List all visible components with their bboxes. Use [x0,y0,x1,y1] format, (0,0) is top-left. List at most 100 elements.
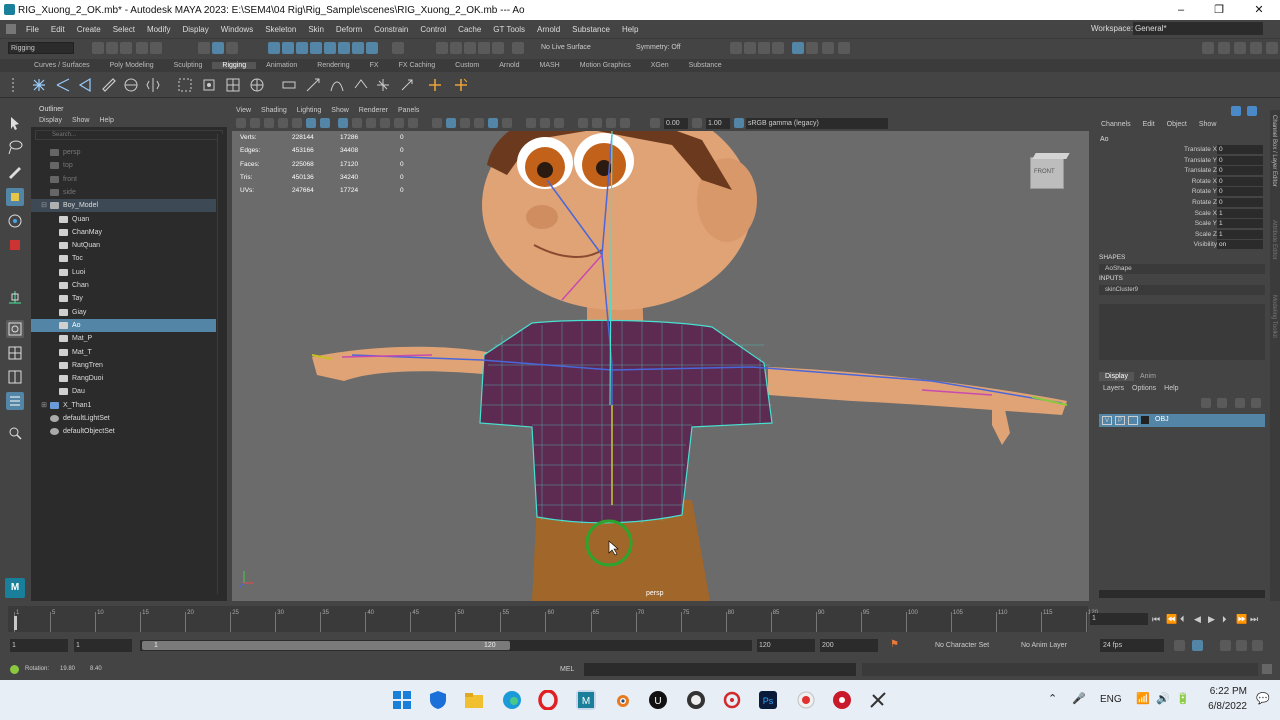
channel-row[interactable]: Translate Z0 [1095,166,1265,177]
outliner-item-mat-p[interactable]: Mat_P [31,332,216,345]
menu-windows[interactable]: Windows [221,25,253,34]
bookmark-icon[interactable] [264,118,274,128]
channel-menu-object[interactable]: Object [1167,121,1187,128]
outliner-item-luoi[interactable]: Luoi [31,266,216,279]
lock-icon[interactable] [392,42,404,54]
channel-attr-name[interactable]: Scale Z [1195,230,1217,240]
snap-curve-icon[interactable] [450,42,462,54]
mask-joints-icon[interactable] [268,42,280,54]
tab-motion-graphics[interactable]: Motion Graphics [570,62,641,69]
settings-app-icon[interactable] [722,690,742,710]
channel-attr-value[interactable]: 0 [1217,145,1263,154]
range-start-field[interactable]: 1 [10,639,68,652]
tab-poly-modeling[interactable]: Poly Modeling [100,62,164,69]
channel-attr-value[interactable]: 0 [1217,155,1263,165]
maximize-button[interactable]: ❐ [1200,0,1238,20]
outliner-item-defaultobjectset[interactable]: defaultObjectSet [31,425,216,438]
channel-menu-show[interactable]: Show [1199,121,1217,128]
sound-icon[interactable] [1220,640,1231,651]
go-start-icon[interactable]: ⏮ [1152,614,1162,624]
create-joints-icon[interactable] [30,76,48,94]
color-management-icon[interactable] [734,118,744,128]
point-constraint-icon[interactable] [426,76,444,94]
settings-icon[interactable] [1252,640,1263,651]
channel-row[interactable]: Visibility on [1095,240,1265,251]
language-indicator[interactable]: ENG [1100,694,1122,705]
layer-color-swatch[interactable] [1141,416,1149,424]
lasso-tool-icon[interactable] [6,138,24,156]
gamma-icon[interactable] [692,118,702,128]
edge-icon[interactable] [502,690,522,710]
wifi-icon[interactable]: 📶 [1136,692,1150,705]
photoshop-icon[interactable]: Ps [758,690,778,710]
outliner-menu-help[interactable]: Help [99,115,113,127]
fps-dropdown[interactable]: 24 fps [1100,639,1164,652]
go-end-icon[interactable]: ⏭ [1250,614,1260,624]
blend-shape-icon[interactable] [280,76,298,94]
tab-display-layers[interactable]: Display [1099,372,1134,381]
windows-start-icon[interactable] [392,690,412,710]
menu-edit[interactable]: Edit [51,25,65,34]
show-hidden-icons[interactable]: ⌃ [1048,692,1057,705]
menu-file[interactable]: File [26,25,39,34]
play-back-icon[interactable]: ◀ [1194,614,1204,624]
outliner-item-nutquan[interactable]: NutQuan [31,239,216,252]
layer-menu-layers[interactable]: Layers [1103,385,1124,392]
select-object-icon[interactable] [212,42,224,54]
two-pane-icon[interactable] [6,368,24,386]
select-tool-icon[interactable] [6,114,24,132]
volume-icon[interactable]: 🔊 [1156,692,1170,705]
toggle-toolkit-icon[interactable] [1266,42,1278,54]
mask-dynamics-icon[interactable] [324,42,336,54]
viewport-menu-renderer[interactable]: Renderer [359,105,388,117]
textured-icon[interactable] [474,118,484,128]
play-forward-icon[interactable]: ▶ [1208,614,1218,624]
new-scene-icon[interactable] [92,42,104,54]
current-time-marker[interactable] [14,616,17,630]
outliner-menu-display[interactable]: Display [39,115,62,127]
gamma-field[interactable]: 1.00 [706,118,730,129]
side-tab-channel-box[interactable]: Channel Box / Layer Editor [1271,115,1277,187]
channel-attr-name[interactable]: Rotate Y [1192,187,1217,197]
expand-toggle-icon[interactable]: ⊟ [40,199,48,212]
isolate-select-icon[interactable] [578,118,588,128]
rotate-tool-icon[interactable] [6,212,24,230]
menu-gt-tools[interactable]: GT Tools [493,25,525,34]
safe-action-icon[interactable] [394,118,404,128]
redo-icon[interactable] [150,42,162,54]
channel-menu-channels[interactable]: Channels [1101,121,1131,128]
layer-move-down-icon[interactable] [1217,398,1227,408]
image-plane-icon[interactable] [278,118,288,128]
select-component-icon[interactable] [226,42,238,54]
snap-view-icon[interactable] [478,42,490,54]
rig-tool-icon[interactable] [868,690,888,710]
select-hierarchy-icon[interactable] [198,42,210,54]
render-view-icon[interactable] [806,42,818,54]
xray-active-icon[interactable] [620,118,630,128]
mask-misc-icon[interactable] [352,42,364,54]
channel-attr-name[interactable]: Scale Y [1195,219,1217,229]
channel-attr-value[interactable]: 0 [1217,176,1263,186]
channel-menu-edit[interactable]: Edit [1143,121,1155,128]
menu-help[interactable]: Help [622,25,638,34]
camera-attributes-icon[interactable] [250,118,260,128]
close-button[interactable]: ✕ [1240,0,1278,20]
shape-node[interactable]: AoShape [1099,264,1265,274]
outliner-item-toc[interactable]: Toc [31,252,216,265]
outliner-item-rangduoi[interactable]: RangDuoi [31,372,216,385]
tab-mash[interactable]: MASH [530,62,570,69]
select-camera-icon[interactable] [236,118,246,128]
lattice-icon[interactable] [224,76,242,94]
single-pane-icon[interactable] [6,320,24,338]
locator-icon[interactable] [374,76,392,94]
menuset-dropdown[interactable]: Rigging [8,42,74,54]
ik-handle-icon[interactable] [54,76,72,94]
wrap-icon[interactable] [248,76,266,94]
viewport-menu-panels[interactable]: Panels [398,105,419,117]
menu-skeleton[interactable]: Skeleton [265,25,296,34]
layer-menu-help[interactable]: Help [1164,385,1178,392]
panel-layout-icon[interactable] [1202,42,1214,54]
ipr-render-icon[interactable] [758,42,770,54]
arnold-render-icon[interactable] [822,42,834,54]
mask-curves-icon[interactable] [282,42,294,54]
